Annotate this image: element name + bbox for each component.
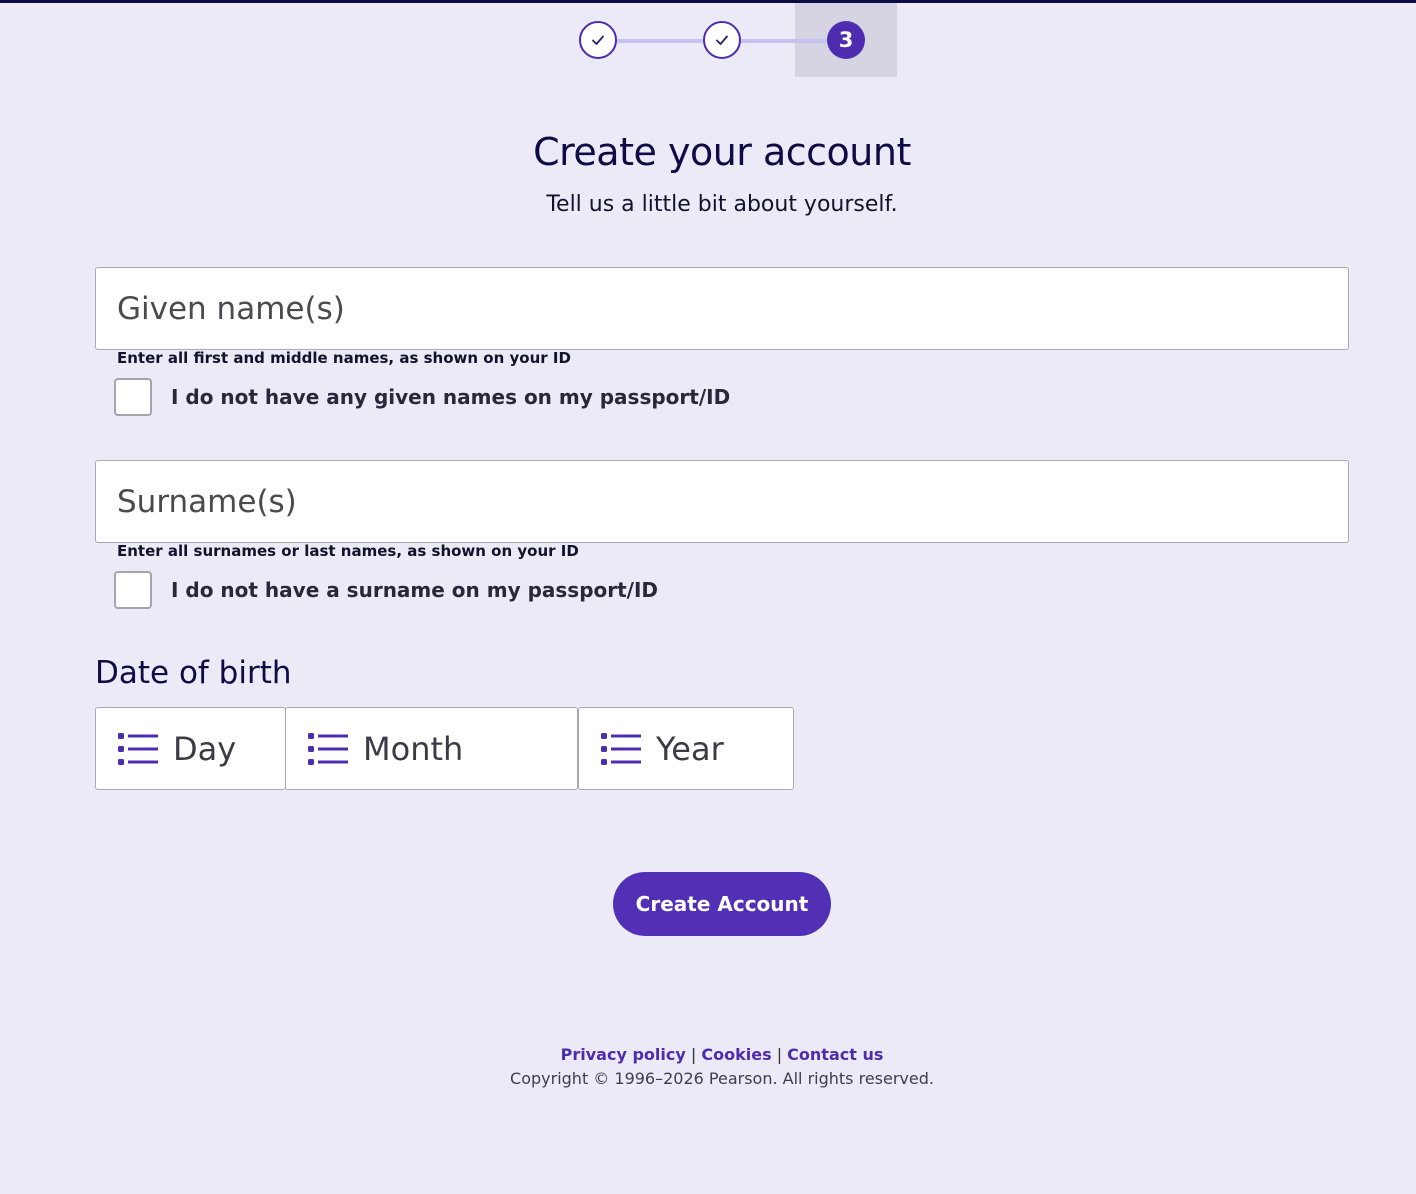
step-1-complete bbox=[579, 21, 617, 59]
list-icon bbox=[308, 732, 348, 765]
step-2-complete bbox=[703, 21, 741, 59]
footer-separator: | bbox=[690, 1045, 697, 1064]
check-icon bbox=[716, 35, 728, 45]
page-title: Create your account bbox=[533, 130, 911, 174]
given-names-input[interactable] bbox=[96, 268, 1348, 349]
stepper-connector bbox=[617, 39, 703, 43]
year-select[interactable]: Year bbox=[578, 707, 794, 790]
given-names-field[interactable] bbox=[95, 267, 1349, 350]
page-subtitle: Tell us a little bit about yourself. bbox=[546, 192, 898, 217]
copyright-text: Copyright © 1996–2026 Pearson. All right… bbox=[510, 1069, 934, 1088]
footer-separator: | bbox=[776, 1045, 783, 1064]
step-3-current: 3 bbox=[827, 21, 865, 59]
day-select-value: Day bbox=[173, 729, 237, 768]
create-account-button[interactable]: Create Account bbox=[613, 872, 831, 936]
given-names-helper: Enter all first and middle names, as sho… bbox=[117, 349, 571, 367]
list-icon bbox=[601, 732, 641, 765]
no-surname-label[interactable]: I do not have a surname on my passport/I… bbox=[171, 578, 658, 602]
list-icon bbox=[118, 732, 158, 765]
no-given-names-option[interactable]: I do not have any given names on my pass… bbox=[114, 378, 730, 416]
privacy-policy-link[interactable]: Privacy policy bbox=[561, 1045, 686, 1064]
footer-links: Privacy policy | Cookies | Contact us bbox=[0, 1045, 1416, 1064]
month-select[interactable]: Month bbox=[285, 707, 578, 790]
no-given-names-checkbox[interactable] bbox=[114, 378, 152, 416]
progress-stepper: 3 bbox=[0, 3, 1416, 77]
surname-helper: Enter all surnames or last names, as sho… bbox=[117, 542, 579, 560]
surname-field[interactable] bbox=[95, 460, 1349, 543]
no-given-names-label[interactable]: I do not have any given names on my pass… bbox=[171, 385, 730, 409]
surname-input[interactable] bbox=[96, 461, 1348, 542]
contact-us-link[interactable]: Contact us bbox=[787, 1045, 883, 1064]
cookies-link[interactable]: Cookies bbox=[701, 1045, 771, 1064]
stepper-connector bbox=[741, 39, 827, 43]
check-icon bbox=[592, 35, 604, 45]
no-surname-option[interactable]: I do not have a surname on my passport/I… bbox=[114, 571, 658, 609]
day-select[interactable]: Day bbox=[95, 707, 286, 790]
date-of-birth-heading: Date of birth bbox=[95, 655, 292, 691]
no-surname-checkbox[interactable] bbox=[114, 571, 152, 609]
month-select-value: Month bbox=[363, 729, 464, 768]
year-select-value: Year bbox=[656, 729, 724, 768]
